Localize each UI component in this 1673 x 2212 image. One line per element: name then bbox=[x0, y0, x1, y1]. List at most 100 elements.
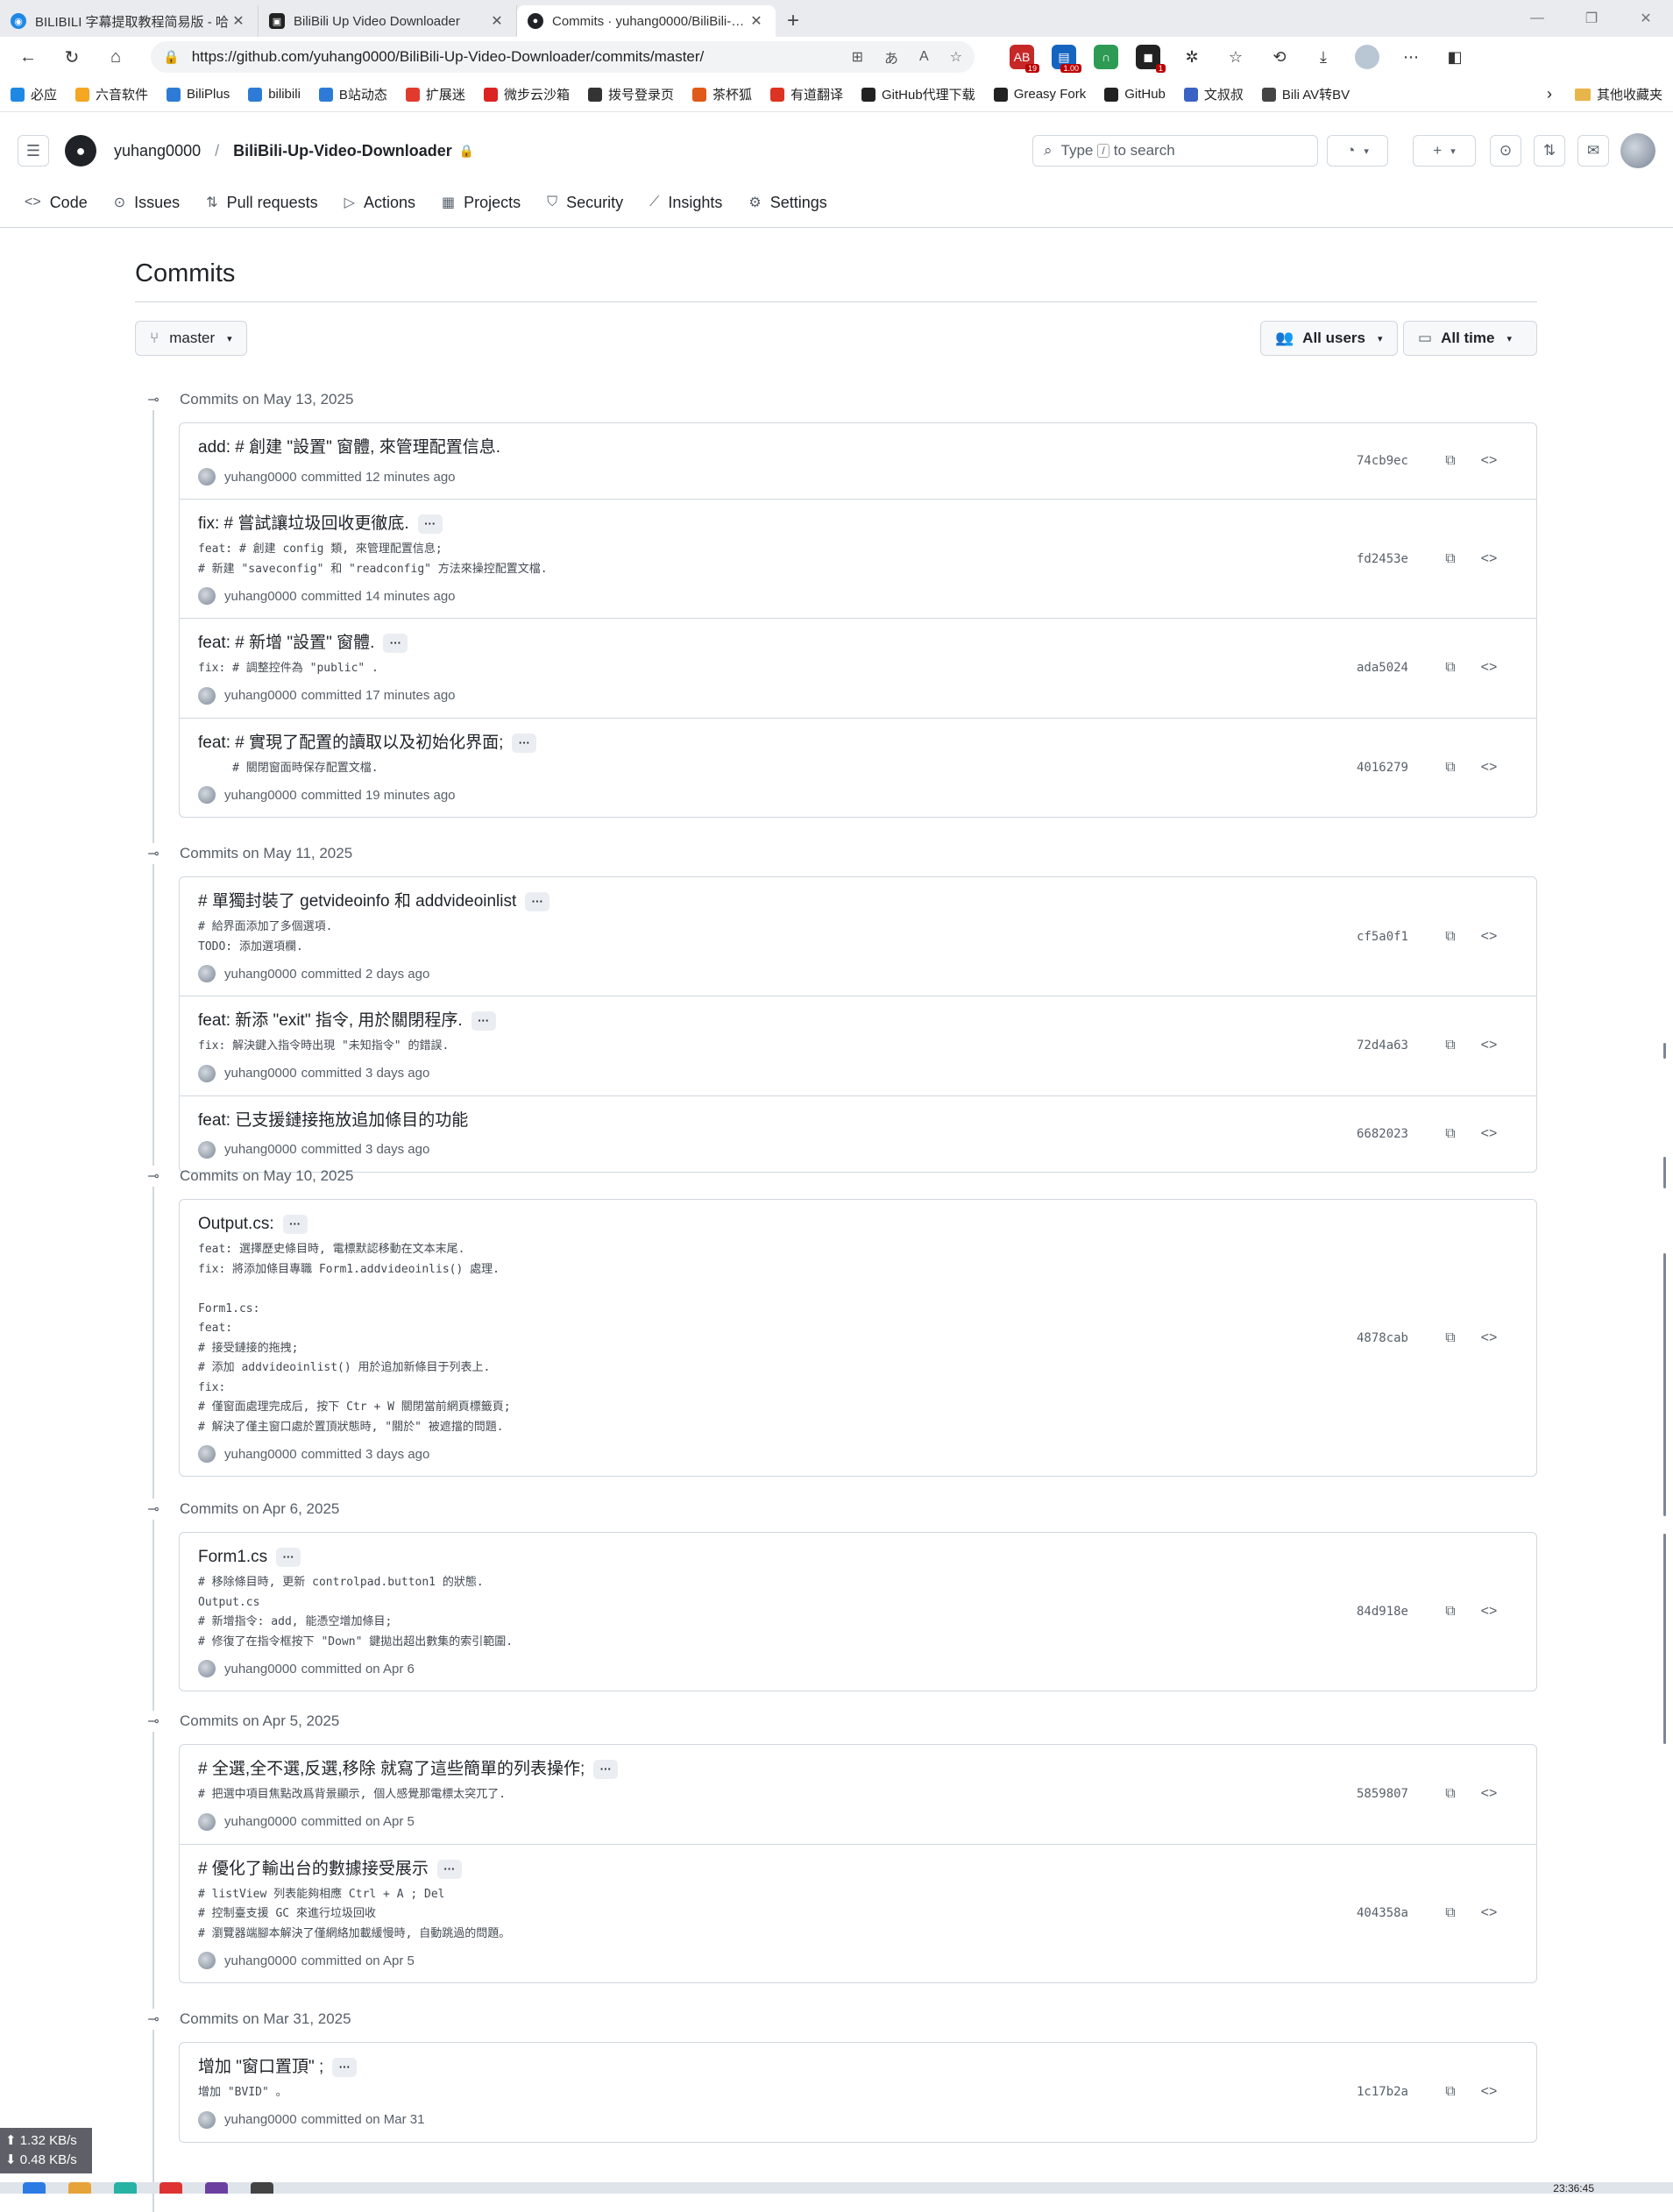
browse-code-icon[interactable]: <> bbox=[1477, 547, 1501, 571]
author-avatar[interactable] bbox=[198, 2110, 216, 2129]
expand-description-button[interactable]: ··· bbox=[417, 514, 443, 534]
browse-code-icon[interactable]: <> bbox=[1477, 1782, 1501, 1806]
minimize-icon[interactable]: — bbox=[1510, 0, 1564, 37]
expand-description-button[interactable]: ··· bbox=[276, 1548, 301, 1567]
inbox-icon[interactable]: ✉ bbox=[1577, 135, 1609, 167]
favorite-star-icon[interactable]: ☆ bbox=[950, 48, 962, 66]
expand-description-button[interactable]: ··· bbox=[512, 733, 537, 753]
bookmark-item[interactable]: Greasy Fork bbox=[993, 87, 1086, 102]
bookmark-item[interactable]: 茶杯狐 bbox=[691, 85, 752, 103]
user-avatar[interactable] bbox=[1620, 133, 1655, 168]
commit-message-link[interactable]: feat: 已支援鏈接拖放追加條目的功能 bbox=[198, 1109, 468, 1133]
author-avatar[interactable] bbox=[198, 587, 216, 605]
search-input[interactable]: ⌕ Type / to search bbox=[1032, 135, 1318, 167]
bookmark-item[interactable]: 拨号登录页 bbox=[587, 85, 674, 103]
browse-code-icon[interactable]: <> bbox=[1477, 1033, 1501, 1058]
commit-sha-link[interactable]: ada5024 bbox=[1357, 661, 1408, 675]
tab-projects[interactable]: ▦ Projects bbox=[442, 189, 521, 216]
bookmark-item[interactable]: GitHub代理下载 bbox=[861, 85, 975, 103]
browse-code-icon[interactable]: <> bbox=[1477, 1901, 1501, 1925]
commit-message-link[interactable]: feat: # 實現了配置的讀取以及初始化界面; bbox=[198, 731, 503, 755]
commit-message-link[interactable]: add: # 創建 "設置" 窗體, 來管理配置信息. bbox=[198, 436, 500, 460]
browser-tab[interactable]: ◉ BILIBILI 字幕提取教程简易版 - 哈 ✕ bbox=[0, 5, 259, 37]
commit-sha-link[interactable]: 404358a bbox=[1357, 1906, 1408, 1920]
explorer-icon[interactable] bbox=[68, 2182, 91, 2194]
author-link[interactable]: yuhang0000 bbox=[224, 1953, 297, 1968]
hamburger-menu-icon[interactable]: ☰ bbox=[18, 135, 49, 167]
commit-message-link[interactable]: feat: 新添 "exit" 指令, 用於關閉程序. bbox=[198, 1009, 463, 1033]
bookmark-item[interactable]: 扩展迷 bbox=[405, 85, 465, 103]
create-new-button[interactable]: + ▾ bbox=[1413, 135, 1476, 167]
close-tab-icon[interactable]: ✕ bbox=[488, 12, 506, 30]
scroll-thumb[interactable] bbox=[1663, 1534, 1666, 1744]
browse-code-icon[interactable]: <> bbox=[1477, 2080, 1501, 2104]
commit-sha-link[interactable]: 4878cab bbox=[1357, 1331, 1408, 1345]
bookmark-item[interactable]: bilibili bbox=[248, 87, 301, 102]
author-link[interactable]: yuhang0000 bbox=[224, 1066, 297, 1081]
copy-icon[interactable]: ⧉ bbox=[1438, 1782, 1463, 1806]
author-avatar[interactable] bbox=[198, 1064, 216, 1082]
commit-message-link[interactable]: feat: # 新增 "設置" 窗體. bbox=[198, 631, 374, 656]
copy-icon[interactable]: ⧉ bbox=[1438, 449, 1463, 473]
chevron-right-icon[interactable]: › bbox=[1547, 85, 1552, 103]
author-avatar[interactable] bbox=[198, 786, 216, 804]
author-avatar[interactable] bbox=[198, 1660, 216, 1677]
browse-code-icon[interactable]: <> bbox=[1477, 755, 1501, 780]
author-avatar[interactable] bbox=[198, 1952, 216, 1969]
commit-message-link[interactable]: fix: # 嘗試讓垃圾回收更徹底. bbox=[198, 512, 409, 536]
expand-description-button[interactable]: ··· bbox=[282, 1215, 308, 1234]
copy-icon[interactable]: ⧉ bbox=[1438, 1326, 1463, 1351]
bookmark-item[interactable]: Bili AV转BV bbox=[1261, 85, 1350, 103]
expand-description-button[interactable]: ··· bbox=[332, 2058, 358, 2077]
copy-icon[interactable]: ⧉ bbox=[1438, 2080, 1463, 2104]
branch-selector[interactable]: ⑂ master ▾ bbox=[135, 321, 247, 356]
tab-pull-requests[interactable]: ⇅ Pull requests bbox=[206, 189, 317, 216]
owner-link[interactable]: yuhang0000 bbox=[114, 142, 201, 160]
browse-code-icon[interactable]: <> bbox=[1477, 1599, 1501, 1624]
author-link[interactable]: yuhang0000 bbox=[224, 688, 297, 703]
copy-icon[interactable]: ⧉ bbox=[1438, 1033, 1463, 1058]
author-avatar[interactable] bbox=[198, 686, 216, 705]
expand-description-button[interactable]: ··· bbox=[525, 892, 550, 911]
commit-sha-link[interactable]: cf5a0f1 bbox=[1357, 930, 1408, 944]
author-link[interactable]: yuhang0000 bbox=[224, 2112, 297, 2127]
notification-extension-icon[interactable]: ◼ 1 bbox=[1136, 45, 1166, 73]
start-icon[interactable] bbox=[23, 2182, 46, 2194]
commit-sha-link[interactable]: fd2453e bbox=[1357, 552, 1408, 566]
bookmark-item[interactable]: BiliPlus bbox=[167, 87, 230, 102]
tab-actions[interactable]: ▷ Actions bbox=[344, 189, 415, 216]
copy-icon[interactable]: ⧉ bbox=[1438, 1122, 1463, 1146]
close-tab-icon[interactable]: ✕ bbox=[748, 12, 765, 30]
other-bookmarks[interactable]: › 其他收藏夹 bbox=[1547, 85, 1662, 103]
browse-code-icon[interactable]: <> bbox=[1477, 925, 1501, 949]
refresh-icon[interactable]: ↻ bbox=[56, 41, 88, 73]
favorites-icon[interactable]: ☆ bbox=[1223, 45, 1248, 69]
expand-description-button[interactable]: ··· bbox=[383, 634, 408, 653]
author-avatar[interactable] bbox=[198, 1812, 216, 1831]
users-filter[interactable]: 👥 All users ▾ bbox=[1260, 321, 1398, 356]
download-icon[interactable]: ⤓ bbox=[1311, 45, 1336, 69]
issues-icon[interactable]: ⊙ bbox=[1490, 135, 1521, 167]
copy-icon[interactable]: ⧉ bbox=[1438, 925, 1463, 949]
profile-avatar[interactable] bbox=[1355, 45, 1379, 69]
browse-code-icon[interactable]: <> bbox=[1477, 1326, 1501, 1351]
expand-description-button[interactable]: ··· bbox=[593, 1760, 619, 1779]
author-avatar[interactable] bbox=[198, 1445, 216, 1463]
author-link[interactable]: yuhang0000 bbox=[224, 1447, 297, 1462]
author-link[interactable]: yuhang0000 bbox=[224, 589, 297, 604]
copy-icon[interactable]: ⧉ bbox=[1438, 755, 1463, 780]
translate-icon[interactable]: あ bbox=[884, 46, 898, 67]
browse-code-icon[interactable]: <> bbox=[1477, 1122, 1501, 1146]
tab-issues[interactable]: ⊙ Issues bbox=[114, 189, 180, 216]
browser-tab[interactable]: ▣ BiliBili Up Video Downloader ✕ bbox=[259, 5, 517, 37]
app-icon[interactable] bbox=[251, 2182, 273, 2194]
commit-sha-link[interactable]: 74cb9ec bbox=[1357, 454, 1408, 468]
home-icon[interactable]: ⌂ bbox=[100, 41, 131, 73]
tab-settings[interactable]: ⚙ Settings bbox=[748, 189, 826, 216]
browse-code-icon[interactable]: <> bbox=[1477, 656, 1501, 680]
github-logo-icon[interactable]: ● bbox=[65, 135, 96, 167]
more-menu-icon[interactable]: ⋯ bbox=[1399, 45, 1423, 69]
scrollbar[interactable] bbox=[1663, 1043, 1667, 1762]
browser-tab-active[interactable]: ● Commits · yuhang0000/BiliBili-Up ✕ bbox=[517, 5, 776, 37]
tab-code[interactable]: <> Code bbox=[25, 189, 88, 216]
